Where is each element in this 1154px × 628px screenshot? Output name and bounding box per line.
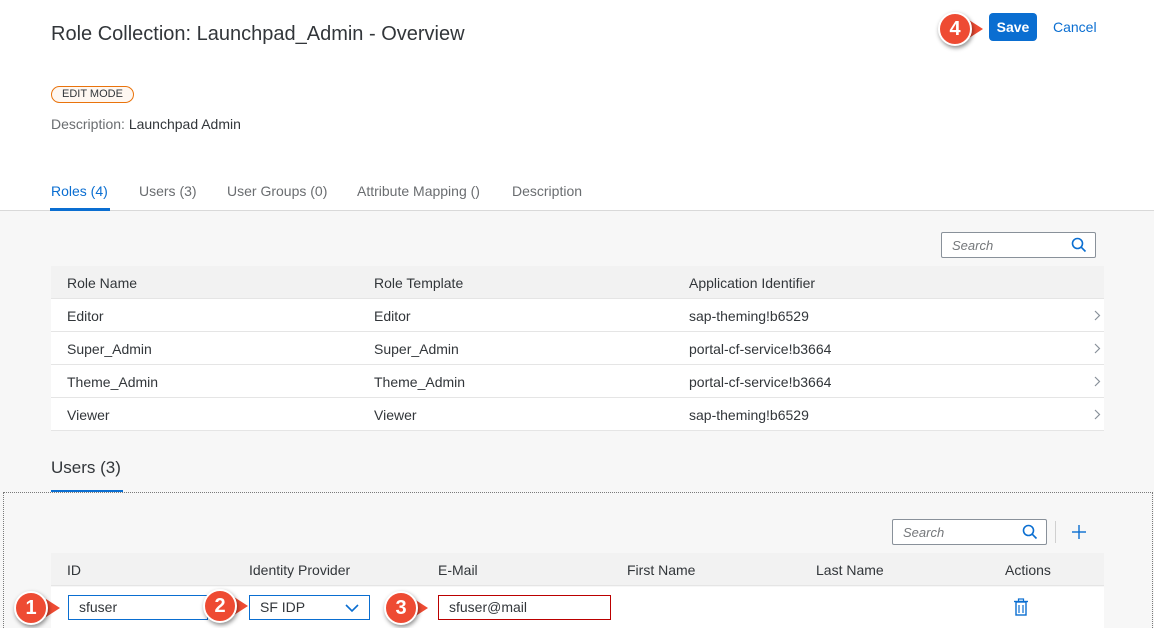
- search-icon[interactable]: [1071, 237, 1087, 253]
- application-identifier-cell: sap-theming!b6529: [689, 407, 809, 423]
- section-divider: [3, 492, 1153, 493]
- chevron-right-icon: [1094, 343, 1101, 354]
- toolbar-divider: [1055, 521, 1056, 543]
- search-placeholder: Search: [903, 525, 945, 540]
- tab-bar: Roles (4) Users (3) User Groups (0) Attr…: [0, 180, 1154, 211]
- tab-user-groups[interactable]: User Groups (0): [227, 183, 327, 199]
- role-name-cell: Editor: [67, 308, 104, 324]
- section-border-right: [1152, 492, 1153, 628]
- description-label: Description:: [51, 116, 125, 132]
- callout-badge-1: 1: [14, 591, 48, 625]
- table-row[interactable]: Theme_Admin Theme_Admin portal-cf-servic…: [51, 365, 1104, 398]
- search-placeholder: Search: [952, 238, 994, 253]
- column-header-first-name: First Name: [627, 562, 696, 578]
- table-row[interactable]: Editor Editor sap-theming!b6529: [51, 299, 1104, 332]
- table-header: ID Identity Provider E-Mail First Name L…: [51, 553, 1104, 586]
- role-template-cell: Super_Admin: [374, 341, 459, 357]
- cancel-button[interactable]: Cancel: [1053, 19, 1097, 35]
- chevron-right-icon: [1094, 376, 1101, 387]
- table-header: Role Name Role Template Application Iden…: [51, 266, 1104, 299]
- tab-users[interactable]: Users (3): [139, 183, 197, 199]
- table-row[interactable]: Viewer Viewer sap-theming!b6529: [51, 398, 1104, 431]
- trash-icon[interactable]: [1013, 598, 1029, 616]
- column-header-actions: Actions: [1005, 562, 1051, 578]
- column-header-identity-provider: Identity Provider: [249, 562, 351, 578]
- chevron-right-icon: [1094, 310, 1101, 321]
- role-name-cell: Theme_Admin: [67, 374, 159, 390]
- callout-badge-3: 3: [384, 591, 418, 625]
- page-title: Role Collection: Launchpad_Admin - Overv…: [51, 23, 465, 45]
- callout-pointer: [46, 599, 60, 617]
- table-row[interactable]: Super_Admin Super_Admin portal-cf-servic…: [51, 332, 1104, 365]
- callout-badge-2: 2: [203, 589, 237, 623]
- role-name-cell: Super_Admin: [67, 341, 152, 357]
- chevron-down-icon[interactable]: [345, 603, 359, 613]
- tab-attribute-mapping[interactable]: Attribute Mapping (): [357, 183, 480, 199]
- role-template-cell: Editor: [374, 308, 411, 324]
- application-identifier-cell: portal-cf-service!b3664: [689, 341, 832, 357]
- search-icon[interactable]: [1022, 524, 1038, 540]
- section-border-left: [3, 492, 4, 628]
- edit-mode-badge: EDIT MODE: [51, 86, 134, 103]
- role-name-cell: Viewer: [67, 407, 110, 423]
- application-identifier-cell: portal-cf-service!b3664: [689, 374, 832, 390]
- chevron-right-icon: [1094, 409, 1101, 420]
- role-template-cell: Theme_Admin: [374, 374, 466, 390]
- save-button[interactable]: Save: [989, 13, 1037, 41]
- column-header-application-identifier: Application Identifier: [689, 275, 816, 291]
- email-field[interactable]: sfuser@mail: [438, 595, 611, 620]
- users-search-input[interactable]: Search: [892, 519, 1047, 545]
- column-header-email: E-Mail: [438, 562, 478, 578]
- roles-search-input[interactable]: Search: [941, 232, 1096, 258]
- column-header-role-template: Role Template: [374, 275, 464, 291]
- role-template-cell: Viewer: [374, 407, 417, 423]
- identity-provider-select[interactable]: SF IDP: [249, 595, 370, 620]
- users-section-title: Users (3): [51, 458, 121, 477]
- column-header-id: ID: [67, 562, 81, 578]
- application-identifier-cell: sap-theming!b6529: [689, 308, 809, 324]
- add-icon[interactable]: [1070, 523, 1088, 541]
- tab-roles[interactable]: Roles (4): [51, 183, 108, 199]
- column-header-last-name: Last Name: [816, 562, 884, 578]
- column-header-role-name: Role Name: [67, 275, 138, 291]
- callout-badge-4: 4: [938, 12, 972, 46]
- description-value: Launchpad Admin: [128, 116, 241, 132]
- tab-description[interactable]: Description: [512, 183, 582, 199]
- description: Description: Launchpad Admin: [51, 116, 241, 132]
- identity-provider-value: SF IDP: [260, 599, 306, 615]
- user-id-input[interactable]: sfuser: [68, 595, 208, 620]
